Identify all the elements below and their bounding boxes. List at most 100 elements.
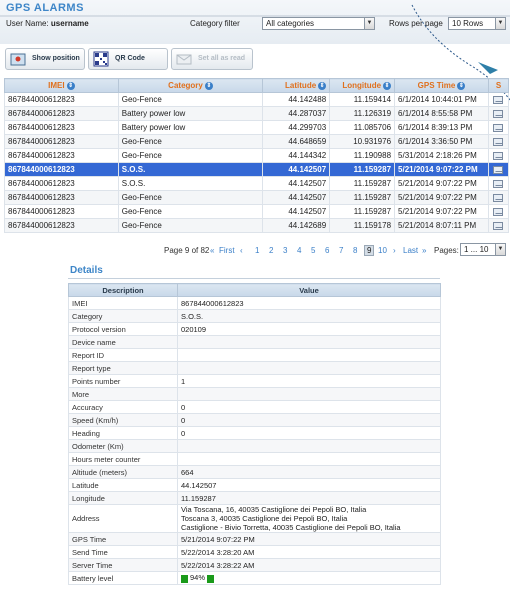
envelope-icon[interactable]	[493, 123, 504, 132]
envelope-icon[interactable]	[493, 109, 504, 118]
table-row[interactable]: 867844000612823 S.O.S. 44.142507 11.159287 5…	[4, 176, 510, 191]
detail-value	[177, 452, 441, 466]
detail-row: Altitude (meters) 664	[68, 465, 441, 479]
cell-gps-time: 5/21/2014 9:07:22 PM	[394, 176, 489, 191]
page-link-7[interactable]: 7	[339, 246, 343, 255]
sort-icon[interactable]: ⇕	[318, 81, 327, 90]
page-link-3[interactable]: 3	[283, 246, 287, 255]
envelope-icon[interactable]	[493, 137, 504, 146]
table-row[interactable]: 867844000612823 Geo-Fence 44.142488 11.1594…	[4, 92, 510, 107]
cell-status	[487, 190, 510, 205]
table-row[interactable]: 867844000612823 Geo-Fence 44.648659 10.9319…	[4, 134, 510, 149]
cell-category: Battery power low	[117, 106, 264, 121]
rows-per-page-label: Rows per page	[389, 19, 443, 28]
top-header: GPS ALARMS User Name: username Category …	[0, 0, 510, 44]
table-row[interactable]: 867844000612823 Geo-Fence 44.142507 11.1592…	[4, 204, 510, 219]
table-row[interactable]: 867844000612823 S.O.S. 44.142507 11.159287 5…	[4, 162, 510, 177]
page-link-4[interactable]: 4	[297, 246, 301, 255]
column-header-imei[interactable]: IMEI ⇕	[4, 78, 119, 93]
envelope-icon[interactable]	[493, 193, 504, 202]
cell-category: S.O.S.	[117, 176, 264, 191]
detail-row: Longitude 11.159287	[68, 491, 441, 505]
detail-value: 5/22/2014 3:28:22 AM	[177, 558, 441, 572]
detail-value: 664	[177, 465, 441, 479]
envelope-icon[interactable]	[493, 179, 504, 188]
cell-status	[487, 148, 510, 163]
detail-row: Points number 1	[68, 374, 441, 388]
qr-code-button[interactable]: QR Code	[88, 48, 168, 70]
last-page-link[interactable]: Last	[403, 246, 418, 255]
sort-icon[interactable]: ⇕	[204, 81, 213, 90]
page-link-current[interactable]: 9	[364, 245, 375, 256]
first-page-link[interactable]: First	[219, 246, 235, 255]
chevron-down-icon[interactable]: ▼	[364, 18, 374, 29]
cell-imei: 867844000612823	[4, 148, 119, 163]
first-page-chevron-icon[interactable]: «	[210, 246, 214, 255]
cell-category: Geo-Fence	[117, 204, 264, 219]
envelope-icon	[176, 54, 192, 65]
sort-icon[interactable]: ⇕	[457, 81, 466, 90]
detail-row: Battery level 94%	[68, 571, 441, 585]
chevron-down-icon[interactable]: ▼	[495, 244, 505, 255]
detail-value	[177, 348, 441, 362]
set-all-read-button[interactable]: Set all as read	[171, 48, 253, 70]
qr-code-label: QR Code	[115, 55, 145, 62]
last-page-chevron-icon[interactable]: »	[422, 246, 426, 255]
detail-row: Address Via Toscana, 16, 40035 Castiglion…	[68, 504, 441, 533]
detail-row: Send Time 5/22/2014 3:28:20 AM	[68, 545, 441, 559]
pages-range-value: 1 ... 10	[464, 245, 489, 254]
pages-range-select[interactable]: 1 ... 10 ▼	[460, 243, 506, 256]
details-title: Details	[70, 265, 103, 276]
column-header-latitude[interactable]: Latitude ⇕	[262, 78, 331, 93]
cell-imei: 867844000612823	[4, 92, 119, 107]
column-header-longitude[interactable]: Longitude ⇕	[329, 78, 396, 93]
category-filter-select[interactable]: All categories ▼	[262, 17, 375, 30]
detail-key: Battery level	[68, 571, 178, 585]
table-row[interactable]: 867844000612823 Geo-Fence 44.144342 11.1909…	[4, 148, 510, 163]
cell-longitude: 11.159287	[329, 162, 396, 177]
table-header-row: IMEI ⇕ Category ⇕ Latitude ⇕ Longitude ⇕ GPS…	[4, 78, 510, 93]
page-link-6[interactable]: 6	[325, 246, 329, 255]
chevron-down-icon[interactable]: ▼	[495, 18, 505, 29]
envelope-icon[interactable]	[493, 151, 504, 160]
show-position-button[interactable]: Show position	[5, 48, 85, 70]
envelope-icon[interactable]	[493, 165, 504, 174]
detail-row: Heading 0	[68, 426, 441, 440]
next-page-chevron-icon[interactable]: ›	[393, 246, 396, 255]
page-link-2[interactable]: 2	[269, 246, 273, 255]
table-row[interactable]: 867844000612823 Battery power low 44.28703…	[4, 106, 510, 121]
table-row[interactable]: 867844000612823 Battery power low 44.29970…	[4, 120, 510, 135]
cell-longitude: 11.159287	[329, 204, 396, 219]
cell-imei: 867844000612823	[4, 134, 119, 149]
detail-key: Altitude (meters)	[68, 465, 178, 479]
sort-icon[interactable]: ⇕	[383, 81, 392, 90]
sort-icon[interactable]: ⇕	[66, 81, 75, 90]
table-row[interactable]: 867844000612823 Geo-Fence 44.142507 11.1592…	[4, 190, 510, 205]
envelope-icon[interactable]	[493, 95, 504, 104]
detail-value: 0	[177, 426, 441, 440]
cell-latitude: 44.142507	[262, 204, 331, 219]
title-divider	[0, 15, 510, 17]
column-header-gps-time[interactable]: GPS Time ⇕	[394, 78, 489, 93]
cell-gps-time: 5/31/2014 2:18:26 PM	[394, 148, 489, 163]
column-header-status[interactable]: S	[487, 78, 510, 93]
page-link-10[interactable]: 10	[378, 246, 387, 255]
pagination: Page 9 of 82 « First ‹ 1 2 3 4 5 6 7 8 9…	[0, 244, 510, 258]
user-label: User Name:	[6, 19, 49, 28]
table-row[interactable]: 867844000612823 Geo-Fence 44.142689 11.1591…	[4, 218, 510, 233]
envelope-icon[interactable]	[493, 221, 504, 230]
detail-key: Hours meter counter	[68, 452, 178, 466]
page-link-8[interactable]: 8	[353, 246, 357, 255]
map-position-icon	[10, 53, 26, 66]
detail-row: Latitude 44.142507	[68, 478, 441, 492]
detail-row: Report type	[68, 361, 441, 375]
column-header-category[interactable]: Category ⇕	[117, 78, 264, 93]
envelope-icon[interactable]	[493, 207, 504, 216]
rows-per-page-select[interactable]: 10 Rows ▼	[448, 17, 506, 30]
page-link-5[interactable]: 5	[311, 246, 315, 255]
cell-longitude: 11.159414	[329, 92, 396, 107]
detail-value: 5/22/2014 3:28:20 AM	[177, 545, 441, 559]
previous-page-chevron-icon[interactable]: ‹	[240, 246, 243, 255]
cell-latitude: 44.142488	[262, 92, 331, 107]
page-link-1[interactable]: 1	[255, 246, 259, 255]
